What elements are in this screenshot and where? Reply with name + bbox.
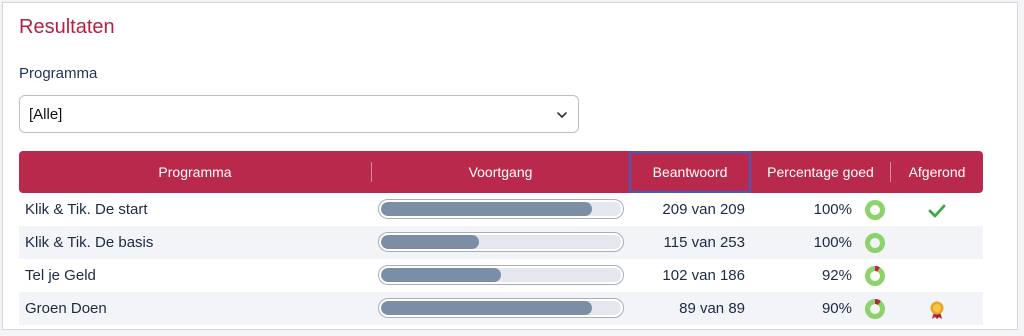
column-header-voortgang[interactable]: Voortgang bbox=[372, 151, 629, 193]
program-name: Groen Doen bbox=[25, 300, 107, 317]
percentage-correct: 92% bbox=[821, 267, 852, 284]
score-ring-icon bbox=[865, 299, 885, 319]
program-select[interactable]: [Alle] bbox=[19, 95, 579, 133]
page-title: Resultaten bbox=[19, 16, 115, 38]
table-row[interactable]: Tel je Geld 102 van 186 92% bbox=[19, 259, 983, 292]
program-name: Klik & Tik. De start bbox=[25, 201, 148, 218]
table-row[interactable]: Klik & Tik. De start 209 van 209 100% bbox=[19, 193, 983, 226]
column-header-afgerond[interactable]: Afgerond bbox=[891, 151, 983, 193]
table-header: Programma Voortgang Beantwoord Percentag… bbox=[19, 151, 983, 193]
program-select-value: [Alle] bbox=[29, 106, 63, 123]
table-row[interactable]: Klik & Tik. De basis 115 van 253 100% bbox=[19, 226, 983, 259]
progress-bar bbox=[378, 298, 624, 318]
award-medal-icon bbox=[927, 300, 947, 320]
progress-bar bbox=[378, 199, 624, 219]
status-empty bbox=[927, 267, 947, 287]
progress-bar-fill bbox=[381, 235, 480, 249]
answered-count: 102 van 186 bbox=[662, 267, 745, 284]
percentage-correct: 100% bbox=[813, 201, 852, 218]
score-ring-icon bbox=[865, 233, 885, 253]
percentage-correct: 90% bbox=[821, 300, 852, 317]
progress-bar-fill bbox=[381, 202, 593, 216]
column-header-percentage[interactable]: Percentage goed bbox=[751, 151, 890, 193]
results-table: Programma Voortgang Beantwoord Percentag… bbox=[19, 151, 983, 325]
program-filter-label: Programma bbox=[19, 65, 98, 82]
progress-bar bbox=[378, 265, 624, 285]
check-icon bbox=[927, 201, 947, 221]
progress-bar bbox=[378, 232, 624, 252]
answered-count: 89 van 89 bbox=[679, 300, 745, 317]
answered-count: 115 van 253 bbox=[663, 234, 745, 251]
progress-bar-fill bbox=[381, 301, 593, 315]
column-header-beantwoord[interactable]: Beantwoord bbox=[629, 151, 751, 193]
table-body: Klik & Tik. De start 209 van 209 100% Kl… bbox=[19, 193, 983, 325]
chevron-down-icon bbox=[557, 112, 567, 118]
table-row[interactable]: Groen Doen 89 van 89 90% bbox=[19, 292, 983, 325]
score-ring-icon bbox=[865, 266, 885, 286]
status-empty bbox=[927, 234, 947, 254]
answered-count: 209 van 209 bbox=[662, 201, 745, 218]
program-name: Tel je Geld bbox=[25, 267, 96, 284]
program-name: Klik & Tik. De basis bbox=[25, 234, 154, 251]
column-header-programma[interactable]: Programma bbox=[19, 151, 371, 193]
score-ring-icon bbox=[865, 200, 885, 220]
percentage-correct: 100% bbox=[813, 234, 852, 251]
results-panel: Resultaten Programma [Alle] Programma Vo… bbox=[2, 2, 1018, 330]
progress-bar-fill bbox=[381, 268, 501, 282]
